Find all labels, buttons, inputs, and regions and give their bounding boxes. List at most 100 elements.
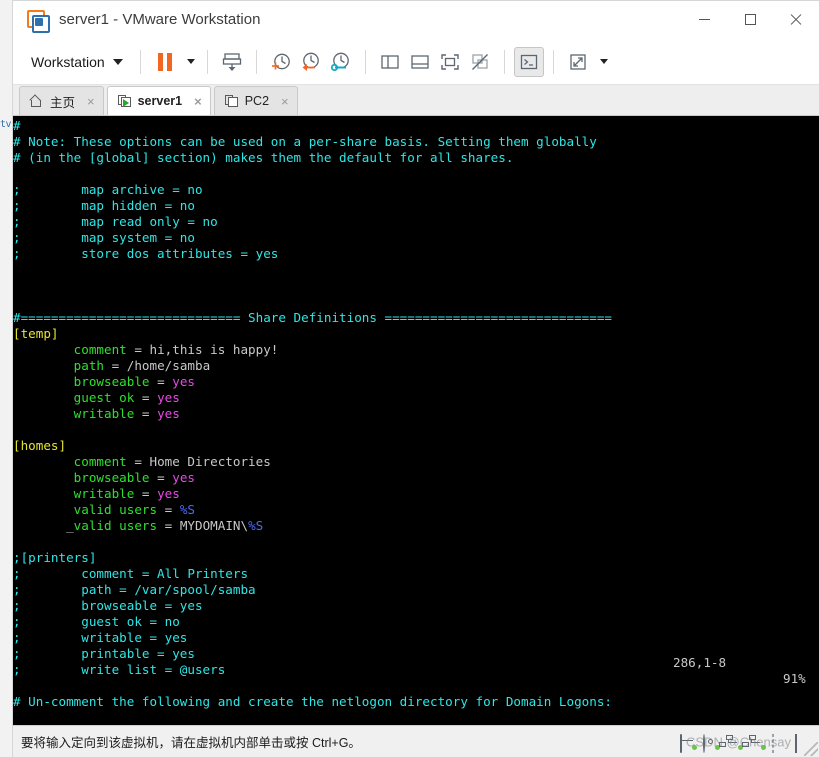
toolbar-divider: [255, 49, 257, 74]
terminal-span: writable: [13, 486, 135, 501]
resize-grip[interactable]: [804, 742, 818, 756]
terminal-span: valid users: [13, 502, 158, 517]
tab-close-icon[interactable]: ×: [87, 94, 95, 109]
terminal-span: =: [126, 342, 150, 357]
send-ctrl-alt-del-button[interactable]: [217, 47, 247, 77]
terminal-line: ; path = /var/spool/samba: [13, 582, 612, 598]
terminal-span: comment: [13, 342, 127, 357]
terminal-line: writable = yes: [13, 406, 612, 422]
take-snapshot-button[interactable]: [266, 47, 296, 77]
network-adapter-icon[interactable]: [719, 735, 743, 750]
chevron-down-icon: [599, 59, 608, 64]
show-thumbnail-bar-button[interactable]: [405, 47, 435, 77]
workstation-menu-button[interactable]: Workstation: [23, 50, 131, 74]
panel-bottom-icon: [411, 54, 429, 69]
tab-server1[interactable]: server1 ×: [106, 86, 211, 115]
toolbar-divider: [503, 49, 505, 74]
vim-cursor-position: 286,1-8: [673, 655, 727, 670]
stretch-icon: [570, 53, 586, 70]
terminal-span: %S: [248, 518, 264, 533]
network-adapter2-icon[interactable]: [742, 735, 766, 750]
terminal-line: ; store dos attributes = yes: [13, 246, 612, 262]
pause-dropdown-button[interactable]: [180, 47, 198, 77]
minimize-button[interactable]: [681, 1, 727, 38]
terminal-span: =: [104, 358, 127, 373]
tab-label: PC2: [244, 94, 270, 108]
terminal-line: path = /home/samba: [13, 358, 612, 374]
chevron-down-icon: [186, 59, 195, 64]
terminal-span: #: [13, 118, 21, 133]
terminal-text: # # Note: These options can be used on a …: [13, 118, 612, 710]
terminal-span: [temp]: [13, 326, 59, 341]
tab-pc2[interactable]: PC2 ×: [213, 86, 298, 115]
snapshot-revert-icon: [302, 52, 319, 71]
minimize-icon: [698, 19, 710, 20]
main-toolbar: Workstation: [13, 39, 819, 85]
tab-home[interactable]: 主页 ×: [19, 86, 104, 115]
terminal-span: ; store dos attributes = yes: [13, 246, 279, 261]
vm-screen-container[interactable]: # # Note: These options can be used on a …: [13, 116, 819, 725]
terminal-span: #============================= Share Def…: [13, 310, 612, 325]
full-screen-button[interactable]: [435, 47, 465, 77]
guest-terminal[interactable]: # # Note: These options can be used on a …: [13, 116, 819, 725]
terminal-span: yes: [157, 406, 180, 421]
usb-icon[interactable]: [772, 734, 788, 753]
terminal-span: yes: [172, 374, 195, 389]
unity-mode-icon: [471, 53, 488, 70]
tab-close-icon[interactable]: ×: [194, 94, 202, 109]
terminal-line: browseable = yes: [13, 374, 612, 390]
terminal-line: ;[printers]: [13, 550, 612, 566]
terminal-line: ; map system = no: [13, 230, 612, 246]
stretch-dropdown-button[interactable]: [593, 47, 611, 77]
stretch-guest-button[interactable]: [563, 47, 593, 77]
screenshot-root: tv server1 - VMware Workstation Workstat…: [0, 0, 820, 757]
close-button[interactable]: [773, 1, 819, 38]
device-status-icons: [680, 726, 811, 757]
terminal-span: browseable: [13, 470, 150, 485]
terminal-line: ; guest ok = no: [13, 614, 612, 630]
tab-strip: 主页 × server1 × PC2 ×: [13, 85, 819, 116]
terminal-span: [homes]: [13, 438, 67, 453]
title-bar: server1 - VMware Workstation: [13, 1, 819, 39]
terminal-span: =: [149, 374, 173, 389]
pause-vm-button[interactable]: [150, 47, 180, 77]
cd-dvd-icon[interactable]: [703, 734, 720, 753]
toolbar-divider: [364, 49, 366, 74]
maximize-button[interactable]: [727, 1, 773, 38]
terminal-line: ; map archive = no: [13, 182, 612, 198]
status-bar: 要将输入定向到该虚拟机，请在虚拟机内部单击或按 Ctrl+G。 CSDN @Ch…: [13, 725, 819, 757]
terminal-span: path: [13, 358, 104, 373]
terminal-line: comment = Home Directories: [13, 454, 612, 470]
tab-close-icon[interactable]: ×: [281, 94, 289, 109]
input-grab-hint: 要将输入定向到该虚拟机，请在虚拟机内部单击或按 Ctrl+G。: [21, 736, 361, 750]
vmware-workstation-window: server1 - VMware Workstation Workstation: [12, 0, 820, 757]
terminal-span: valid users: [73, 518, 158, 533]
manage-snapshots-button[interactable]: [326, 47, 356, 77]
terminal-span: MYDOMAIN\: [179, 518, 249, 533]
unity-mode-button[interactable]: [465, 47, 495, 77]
terminal-span: yes: [157, 486, 180, 501]
pause-icon: [157, 52, 172, 71]
terminal-span: =: [134, 486, 158, 501]
revert-snapshot-button[interactable]: [296, 47, 326, 77]
panel-left-icon: [381, 54, 399, 69]
chevron-down-icon: [112, 58, 123, 65]
show-sidebar-button[interactable]: [375, 47, 405, 77]
hard-disk-icon[interactable]: [680, 734, 697, 753]
snapshot-manage-icon: [330, 52, 349, 71]
snapshot-add-icon: [271, 53, 290, 69]
terminal-line: comment = hi,this is happy!: [13, 342, 612, 358]
window-title: server1 - VMware Workstation: [59, 11, 261, 28]
vim-file-percent: 91%: [783, 671, 806, 686]
terminal-line: _valid users = MYDOMAIN\%S: [13, 518, 612, 534]
toolbar-divider: [139, 49, 141, 74]
terminal-line: [temp]: [13, 326, 612, 342]
tab-label: server1: [137, 94, 183, 108]
terminal-span: comment: [13, 454, 127, 469]
console-view-button[interactable]: [513, 46, 544, 77]
terminal-line: browseable = yes: [13, 470, 612, 486]
terminal-line: #: [13, 118, 612, 134]
